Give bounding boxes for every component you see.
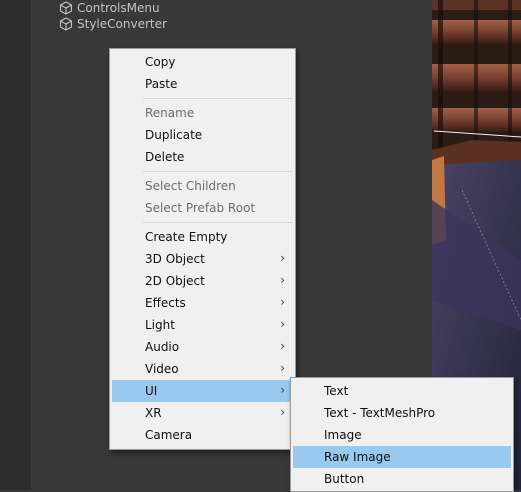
left-panel-strip: [0, 0, 31, 490]
submenu-item-raw-image[interactable]: Raw Image: [293, 446, 511, 468]
menu-item-label: Effects: [145, 296, 186, 310]
hierarchy-item-label: StyleConverter: [77, 16, 167, 31]
menu-item-label: Paste: [145, 77, 178, 91]
menu-item-label: Image: [324, 428, 362, 442]
menu-item-duplicate[interactable]: Duplicate: [112, 124, 293, 146]
menu-separator: [143, 171, 293, 172]
menu-item-effects[interactable]: Effects ›: [112, 292, 293, 314]
menu-item-label: 3D Object: [145, 252, 205, 266]
menu-item-label: Light: [145, 318, 175, 332]
chevron-right-icon: ›: [280, 383, 285, 397]
menu-item-video[interactable]: Video ›: [112, 358, 293, 380]
menu-item-label: Audio: [145, 340, 180, 354]
chevron-right-icon: ›: [280, 317, 285, 331]
submenu-item-text-textmeshpro[interactable]: Text - TextMeshPro: [293, 402, 511, 424]
menu-item-label: Delete: [145, 150, 185, 164]
gameobject-cube-icon: [59, 16, 73, 31]
menu-item-label: Copy: [145, 55, 176, 69]
menu-separator: [143, 98, 293, 99]
chevron-right-icon: ›: [280, 295, 285, 309]
menu-item-rename[interactable]: Rename: [112, 102, 293, 124]
menu-item-label: Select Children: [145, 179, 236, 193]
ui-submenu: Text Text - TextMeshPro Image Raw Image …: [290, 377, 514, 492]
chevron-right-icon: ›: [280, 339, 285, 353]
context-menu: Copy Paste Rename Duplicate Delete Selec…: [109, 48, 296, 450]
menu-item-ui[interactable]: UI ›: [112, 380, 293, 402]
menu-separator: [143, 222, 293, 223]
menu-item-label: Rename: [145, 106, 195, 120]
chevron-right-icon: ›: [280, 405, 285, 419]
chevron-right-icon: ›: [280, 273, 285, 287]
menu-item-select-prefab-root[interactable]: Select Prefab Root: [112, 197, 293, 219]
menu-item-label: Button: [324, 472, 365, 486]
menu-item-label: Duplicate: [145, 128, 203, 142]
menu-item-label: UI: [145, 384, 158, 398]
submenu-item-text[interactable]: Text: [293, 380, 511, 402]
menu-item-label: Text: [324, 384, 349, 398]
menu-item-label: Camera: [145, 428, 193, 442]
hierarchy-item-label: ControlsMenu: [77, 0, 160, 15]
submenu-item-image[interactable]: Image: [293, 424, 511, 446]
menu-item-3d-object[interactable]: 3D Object ›: [112, 248, 293, 270]
menu-item-create-empty[interactable]: Create Empty: [112, 226, 293, 248]
hierarchy-item-styleconverter[interactable]: StyleConverter: [59, 15, 167, 32]
menu-item-xr[interactable]: XR ›: [112, 402, 293, 424]
submenu-item-button[interactable]: Button: [293, 468, 511, 490]
chevron-right-icon: ›: [280, 251, 285, 265]
menu-item-label: XR: [145, 406, 162, 420]
menu-item-select-children[interactable]: Select Children: [112, 175, 293, 197]
gameobject-cube-icon: [59, 0, 73, 15]
menu-item-copy[interactable]: Copy: [112, 51, 293, 73]
menu-item-delete[interactable]: Delete: [112, 146, 293, 168]
menu-item-label: Text - TextMeshPro: [324, 406, 436, 420]
menu-item-camera[interactable]: Camera: [112, 424, 293, 446]
menu-item-label: Select Prefab Root: [145, 201, 256, 215]
menu-item-label: Raw Image: [324, 450, 391, 464]
menu-item-2d-object[interactable]: 2D Object ›: [112, 270, 293, 292]
menu-item-label: Video: [145, 362, 179, 376]
menu-item-audio[interactable]: Audio ›: [112, 336, 293, 358]
menu-item-light[interactable]: Light ›: [112, 314, 293, 336]
menu-item-paste[interactable]: Paste: [112, 73, 293, 95]
menu-item-label: Create Empty: [145, 230, 228, 244]
chevron-right-icon: ›: [280, 361, 285, 375]
menu-item-label: 2D Object: [145, 274, 205, 288]
hierarchy-item-controlsmenu[interactable]: ControlsMenu: [59, 0, 160, 16]
